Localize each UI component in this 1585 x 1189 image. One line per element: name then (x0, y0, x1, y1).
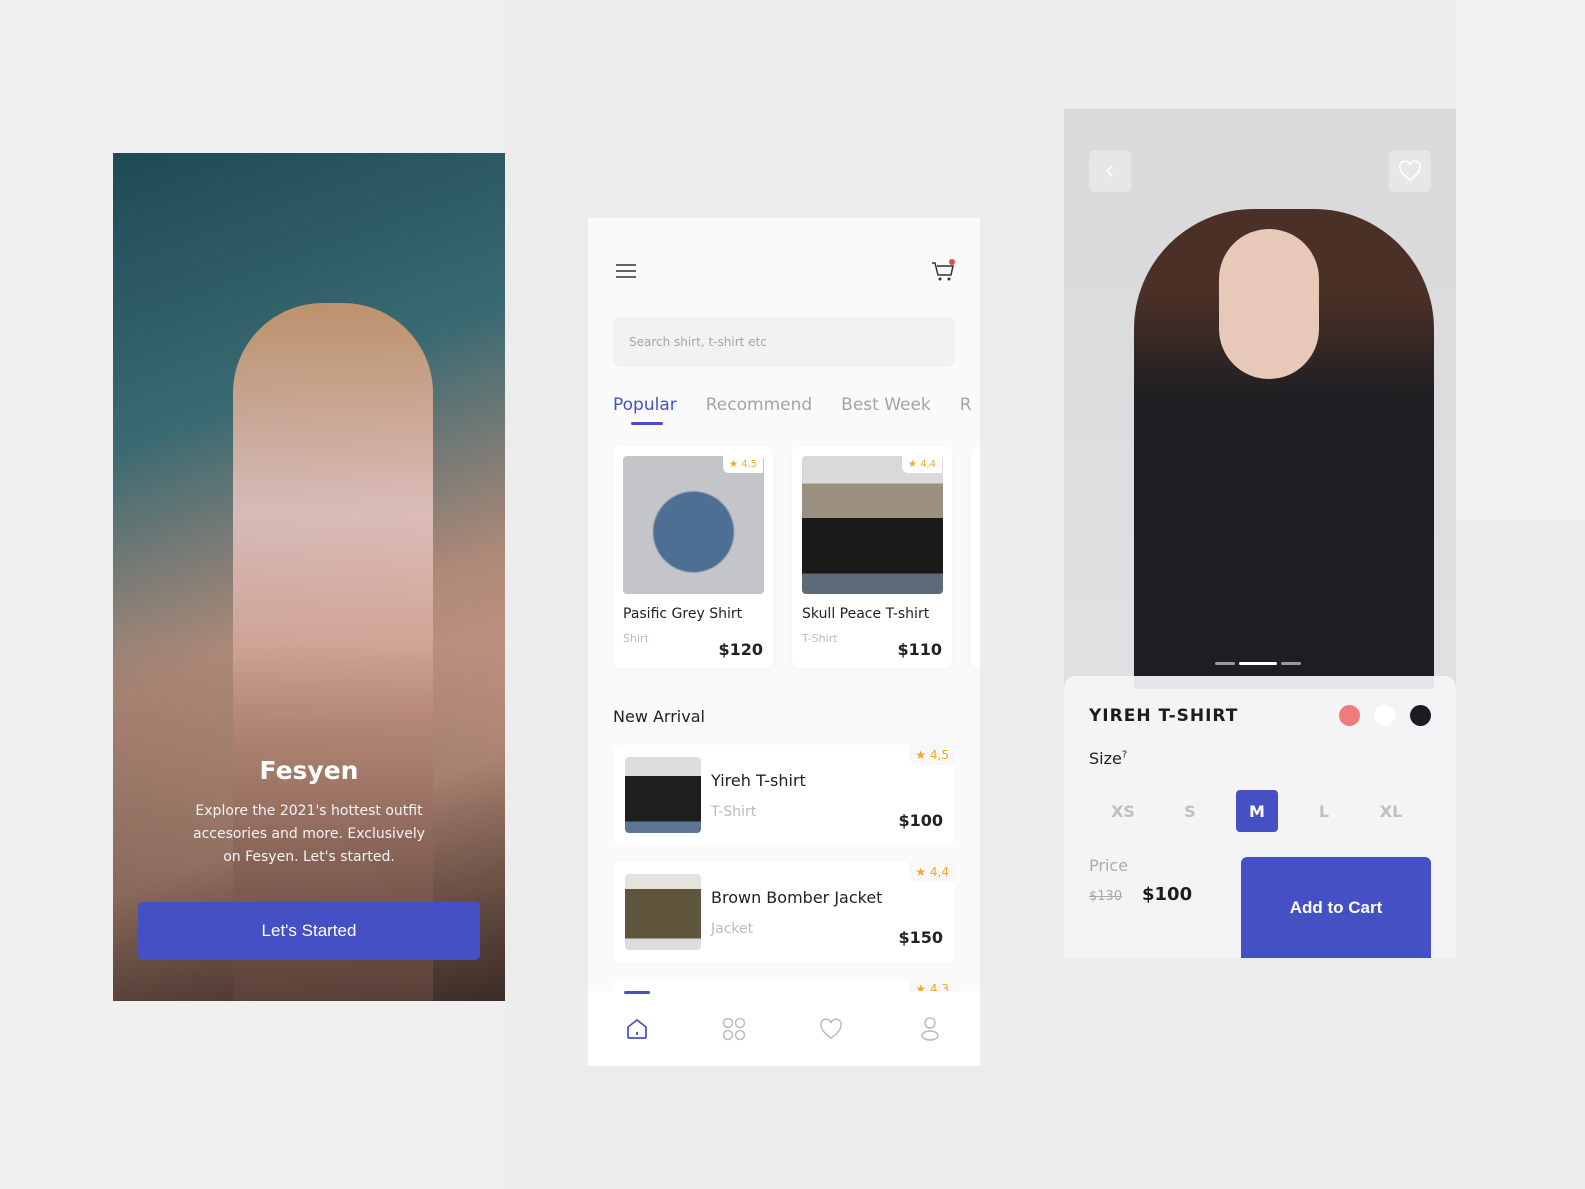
rating-badge: ★ 4,5 (722, 456, 763, 473)
product-category: Shirt (623, 632, 649, 645)
onboarding-description: Explore the 2021's hottest outfit acceso… (192, 803, 425, 865)
lets-started-button[interactable]: Let's Started (138, 902, 480, 960)
product-detail-screen: YIREH T-SHIRT Size? XS S M L XL Price $1… (1064, 109, 1456, 958)
home-icon[interactable] (625, 1017, 649, 1041)
tab-recommend[interactable]: Recommend (706, 395, 812, 415)
product-name: Pasific Grey Shirt (623, 606, 743, 622)
product-card-partial (971, 446, 980, 668)
bottom-nav (588, 991, 980, 1066)
tab-more[interactable]: R (960, 395, 972, 415)
user-icon[interactable] (918, 1016, 942, 1042)
rating-badge: ★ 4,4 (901, 456, 942, 473)
image-pager[interactable] (1215, 662, 1301, 665)
app-title: Fesyen (259, 756, 359, 785)
size-help-icon[interactable]: ? (1122, 750, 1127, 761)
tab-popular[interactable]: Popular (613, 395, 677, 425)
product-image (625, 874, 701, 950)
product-price: $110 (897, 640, 942, 659)
back-button[interactable] (1089, 150, 1131, 192)
add-to-cart-button[interactable]: Add to Cart (1241, 857, 1431, 958)
tab-best-week[interactable]: Best Week (841, 395, 931, 415)
home-screen: Search shirt, t-shirt etc Popular Recomm… (588, 218, 980, 1066)
size-selector: XS S M L XL (1102, 790, 1412, 832)
product-name: Yireh T-shirt (711, 771, 806, 790)
size-s[interactable]: S (1169, 790, 1211, 832)
color-swatch-red[interactable] (1339, 705, 1360, 726)
section-title: New Arrival (613, 707, 705, 726)
size-xl[interactable]: XL (1370, 790, 1412, 832)
old-price: $130 (1089, 889, 1123, 904)
list-item[interactable]: ★ 4,5 Yireh T-shirt T-Shirt $100 (613, 745, 955, 845)
product-category: Jacket (711, 921, 754, 937)
heart-icon (1399, 160, 1421, 181)
onboarding-screen: Fesyen Explore the 2021's hottest outfit… (113, 153, 505, 1001)
product-price: $120 (718, 640, 763, 659)
color-swatch-black[interactable] (1410, 705, 1431, 726)
product-info-panel: YIREH T-SHIRT Size? XS S M L XL Price $1… (1064, 676, 1456, 958)
product-name: Skull Peace T-shirt (802, 606, 930, 622)
chevron-left-icon (1105, 165, 1113, 177)
grid-icon[interactable] (722, 1017, 746, 1041)
heart-icon[interactable] (819, 1018, 843, 1040)
category-tabs: Popular Recommend Best Week R (613, 395, 972, 425)
product-title: YIREH T-SHIRT (1089, 706, 1239, 726)
color-swatch-white[interactable] (1374, 705, 1395, 726)
product-category: T-Shirt (711, 804, 757, 820)
cart-icon[interactable] (930, 258, 956, 284)
menu-icon[interactable] (615, 263, 637, 279)
size-label: Size? (1089, 749, 1128, 768)
rating-badge: ★ 4,5 (909, 745, 955, 765)
price-label: Price (1089, 856, 1129, 875)
product-card[interactable]: ★ 4,5 Pasific Grey Shirt Shirt $120 (613, 446, 773, 668)
product-image (802, 456, 943, 594)
product-category: T-Shirt (802, 632, 838, 645)
size-xs[interactable]: XS (1102, 790, 1144, 832)
product-card[interactable]: ★ 4,4 Skull Peace T-shirt T-Shirt $110 (792, 446, 952, 668)
rating-badge: ★ 4,4 (909, 862, 955, 882)
favorite-button[interactable] (1389, 150, 1431, 192)
search-input[interactable]: Search shirt, t-shirt etc (613, 317, 955, 367)
product-name: Brown Bomber Jacket (711, 888, 883, 907)
price: $100 (1142, 884, 1193, 905)
product-price: $100 (898, 811, 943, 830)
size-m[interactable]: M (1236, 790, 1278, 832)
product-price: $150 (898, 928, 943, 947)
product-image (625, 757, 701, 833)
size-l[interactable]: L (1303, 790, 1345, 832)
product-image (623, 456, 764, 594)
list-item[interactable]: ★ 4,4 Brown Bomber Jacket Jacket $150 (613, 862, 955, 962)
